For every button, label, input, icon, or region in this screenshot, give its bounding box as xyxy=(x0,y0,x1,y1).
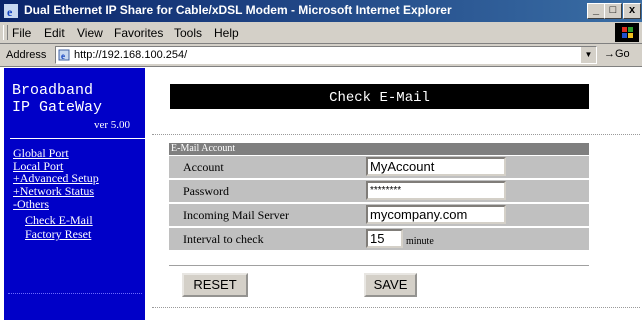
buttons-separator xyxy=(169,265,589,266)
nav-advanced-setup[interactable]: +Advanced Setup xyxy=(13,172,99,184)
close-button[interactable]: x xyxy=(623,3,641,19)
account-input[interactable] xyxy=(366,157,506,176)
menu-tools[interactable]: Tools xyxy=(174,26,202,40)
sidebar-dotted-line xyxy=(8,293,142,294)
address-dropdown-arrow-icon[interactable]: ▼ xyxy=(580,47,596,63)
server-input[interactable] xyxy=(366,205,506,224)
sidebar: Broadband IP GateWay ver 5.00 Global Por… xyxy=(4,68,146,320)
address-input[interactable]: e http://192.168.100.254/ ▼ xyxy=(55,46,597,64)
nav-check-email[interactable]: Check E-Mail xyxy=(25,214,93,226)
form-row-server: Incoming Mail Server xyxy=(169,204,589,226)
menu-bar: File Edit View Favorites Tools Help xyxy=(0,22,642,44)
page-content: Broadband IP GateWay ver 5.00 Global Por… xyxy=(0,67,642,320)
reset-button[interactable]: RESET xyxy=(182,273,248,297)
toolbar-grip[interactable] xyxy=(3,25,8,40)
window-title: Dual Ethernet IP Share for Cable/xDSL Mo… xyxy=(24,3,452,17)
header-separator xyxy=(152,134,640,135)
nav-factory-reset[interactable]: Factory Reset xyxy=(25,228,91,240)
nav-network-status[interactable]: +Network Status xyxy=(13,185,94,197)
svg-text:e: e xyxy=(7,5,13,19)
address-label: Address xyxy=(6,49,47,61)
sidebar-divider xyxy=(10,138,146,139)
interval-unit: minute xyxy=(406,236,434,247)
version-text: ver 5.00 xyxy=(94,119,131,131)
form-row-account: Account xyxy=(169,156,589,178)
brand-line-2: IP GateWay xyxy=(12,99,103,116)
address-bar: Address e http://192.168.100.254/ ▼ →Go xyxy=(0,44,642,67)
interval-label: Interval to check xyxy=(183,232,264,246)
window-title-bar[interactable]: e Dual Ethernet IP Share for Cable/xDSL … xyxy=(0,0,642,22)
page-banner: Check E-Mail xyxy=(170,84,589,109)
brand-line-1: Broadband xyxy=(12,82,94,99)
footer-separator xyxy=(152,307,640,308)
interval-input[interactable] xyxy=(366,229,403,248)
page-icon: e xyxy=(58,49,70,61)
svg-text:e: e xyxy=(61,51,65,61)
section-header: E-Mail Account xyxy=(169,143,589,155)
nav-others[interactable]: -Others xyxy=(13,198,49,210)
menu-edit[interactable]: Edit xyxy=(44,26,65,40)
menu-file[interactable]: File xyxy=(12,26,31,40)
page-title: Check E-Mail xyxy=(329,90,430,106)
server-label: Incoming Mail Server xyxy=(183,208,289,222)
email-account-panel: E-Mail Account Account Password Incoming… xyxy=(169,143,589,250)
address-url: http://192.168.100.254/ xyxy=(74,49,188,61)
go-button[interactable]: →Go xyxy=(604,48,630,60)
nav-global-port[interactable]: Global Port xyxy=(13,147,69,159)
password-label: Password xyxy=(183,184,230,198)
maximize-button[interactable]: □ xyxy=(604,3,622,19)
account-label: Account xyxy=(183,160,224,174)
brand-title: Broadband IP GateWay xyxy=(12,82,102,116)
minimize-button[interactable]: _ xyxy=(587,3,605,19)
menu-help[interactable]: Help xyxy=(214,26,239,40)
password-input[interactable] xyxy=(366,181,506,200)
save-button[interactable]: SAVE xyxy=(364,273,417,297)
form-row-password: Password xyxy=(169,180,589,202)
menu-favorites[interactable]: Favorites xyxy=(114,26,163,40)
form-row-interval: Interval to check minute xyxy=(169,228,589,250)
windows-logo-icon xyxy=(615,23,639,42)
internet-explorer-icon: e xyxy=(4,4,18,19)
menu-view[interactable]: View xyxy=(77,26,103,40)
